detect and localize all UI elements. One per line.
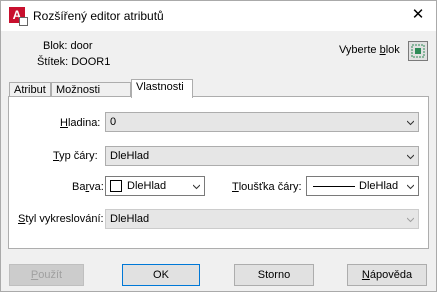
select-block-icon xyxy=(411,44,425,58)
chevron-down-icon xyxy=(407,217,414,223)
lineweight-combo[interactable]: DleHlad xyxy=(306,176,419,196)
lineweight-value: DleHlad xyxy=(359,180,399,192)
chevron-down-icon xyxy=(407,184,414,190)
select-block-text-pre: Vyberte xyxy=(339,44,380,56)
color-combo[interactable]: DleHlad xyxy=(105,176,205,196)
color-label: Barva: xyxy=(72,181,104,193)
help-button[interactable]: Nápověda xyxy=(347,264,427,286)
chevron-down-icon xyxy=(193,184,200,190)
cancel-button[interactable]: Storno xyxy=(234,264,314,286)
apply-button[interactable]: Použít xyxy=(9,264,84,286)
tab-text-options[interactable]: Možnosti textu xyxy=(51,82,131,110)
plotstyle-combo[interactable]: DleHlad xyxy=(105,209,419,229)
lineweight-label: Tloušťka čáry: xyxy=(232,181,302,193)
autocad-app-icon: A xyxy=(9,7,28,26)
tab-properties[interactable]: Vlastnosti xyxy=(131,79,193,98)
layer-label: Hladina: xyxy=(60,117,101,129)
linetype-label: Typ čáry: xyxy=(53,150,98,162)
layer-value: 0 xyxy=(110,116,117,128)
close-button[interactable]: ✕ xyxy=(410,7,426,23)
plotstyle-label: Styl vykreslování: xyxy=(18,213,104,225)
window-title: Rozšířený editor atributů xyxy=(33,9,164,23)
chevron-down-icon xyxy=(407,120,414,126)
tag-name-label: Štítek: DOOR1 xyxy=(37,56,111,68)
ok-button[interactable]: OK xyxy=(122,264,200,286)
layer-combo[interactable]: 0 xyxy=(105,112,419,132)
lineweight-glyph xyxy=(313,186,355,187)
select-block-button[interactable] xyxy=(408,41,428,61)
color-value: DleHlad xyxy=(127,180,167,192)
plotstyle-value: DleHlad xyxy=(110,213,150,225)
linetype-value: DleHlad xyxy=(110,150,150,162)
select-block-text-post: lok xyxy=(385,44,400,56)
block-name-label: Blok: door xyxy=(43,40,93,52)
attribute-editor-dialog: A Rozšířený editor atributů ✕ Blok: door… xyxy=(0,0,437,292)
tab-attribute[interactable]: Atribut xyxy=(9,82,51,97)
chevron-down-icon xyxy=(407,154,414,160)
title-bar: A Rozšířený editor atributů ✕ xyxy=(1,1,436,31)
color-swatch xyxy=(110,180,122,192)
properties-panel: Hladina: 0 Typ čáry: DleHlad Barva: DleH… xyxy=(8,96,429,249)
linetype-combo[interactable]: DleHlad xyxy=(105,146,419,166)
select-block-label: Vyberte blok xyxy=(339,44,400,56)
